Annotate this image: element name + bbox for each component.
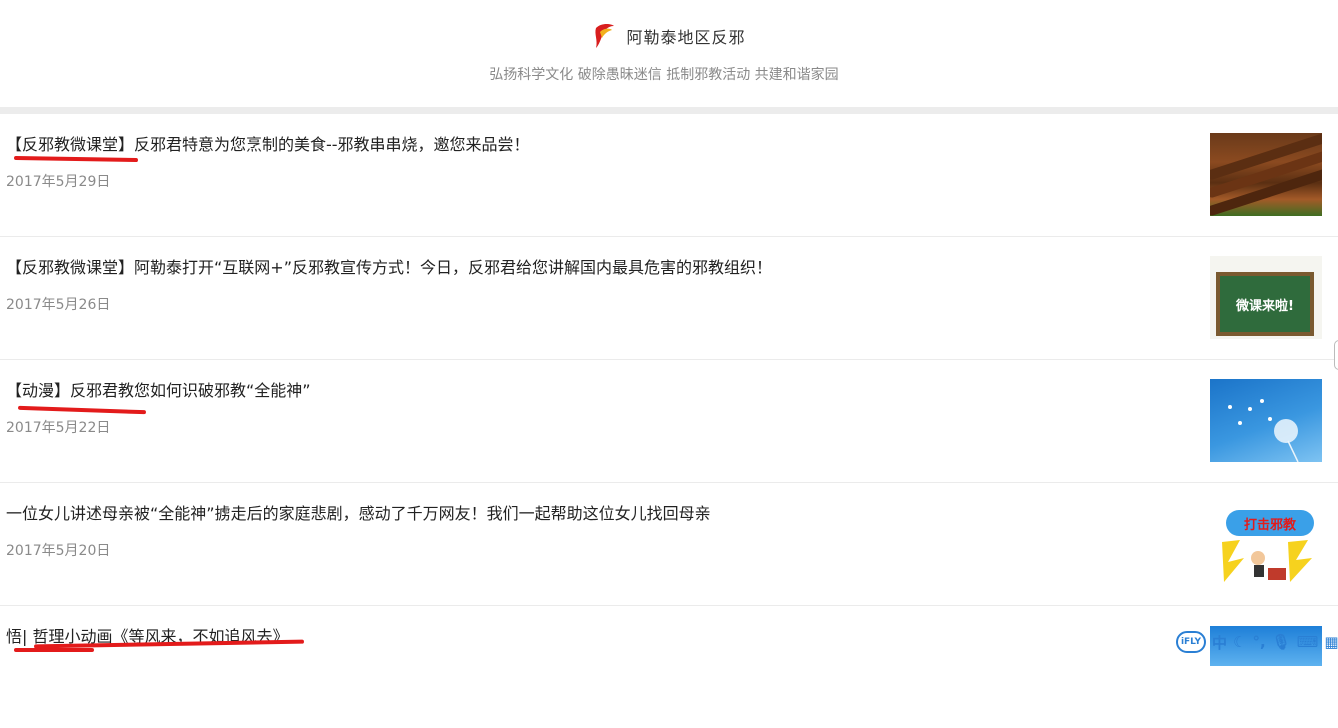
article-date: 2017年5月20日 bbox=[6, 543, 111, 559]
toolbox-icon[interactable]: ▦ bbox=[1324, 633, 1338, 651]
article-list: 【反邪教微课堂】反邪君特意为您烹制的美食--邪教串串烧，邀您来品尝！ 2017年… bbox=[0, 114, 1338, 728]
flag-logo-icon bbox=[592, 22, 616, 50]
side-scroll-handle[interactable] bbox=[1334, 340, 1338, 370]
article-title[interactable]: 【反邪教微课堂】反邪君特意为您烹制的美食--邪教串串烧，邀您来品尝！ bbox=[6, 131, 530, 155]
list-item[interactable]: 【反邪教微课堂】反邪君特意为您烹制的美食--邪教串串烧，邀您来品尝！ 2017年… bbox=[0, 114, 1338, 237]
ifly-logo-icon[interactable]: iFLY bbox=[1176, 631, 1206, 653]
cartoon-thumbnail[interactable]: 打击邪教 bbox=[1210, 502, 1322, 585]
account-brand[interactable]: 阿勒泰地区反邪 bbox=[0, 22, 1338, 50]
chalkboard-text: 微课来啦! bbox=[1216, 272, 1314, 336]
red-underline-mark bbox=[13, 155, 139, 163]
dandelion-thumbnail[interactable] bbox=[1210, 379, 1322, 462]
punctuation-icon[interactable]: °, bbox=[1252, 633, 1265, 651]
article-title[interactable]: 【反邪教微课堂】阿勒泰打开“互联网+”反邪教宣传方式！今日，反邪君给您讲解国内最… bbox=[6, 254, 772, 278]
list-item[interactable]: 悟| 哲理小动画《等风来，不如追风去》 bbox=[0, 606, 1338, 728]
article-date: 2017年5月26日 bbox=[6, 297, 111, 313]
ime-toolbar: iFLY 中 ☾ °, 🎙 ⌨ ▦ ⌄ bbox=[1176, 629, 1338, 655]
article-title[interactable]: 【动漫】反邪君教您如何识破邪教“全能神” bbox=[6, 377, 311, 401]
account-slogan: 弘扬科学文化 破除愚昧迷信 抵制邪教活动 共建和谐家园 bbox=[489, 67, 839, 83]
moon-icon[interactable]: ☾ bbox=[1233, 633, 1246, 651]
article-date: 2017年5月29日 bbox=[6, 174, 111, 190]
list-item[interactable]: 【动漫】反邪君教您如何识破邪教“全能神” 2017年5月22日 bbox=[0, 360, 1338, 652]
keyboard-icon[interactable]: ⌨ bbox=[1297, 633, 1319, 651]
chalkboard-thumbnail[interactable]: 微课来啦! bbox=[1210, 256, 1322, 339]
article-title[interactable]: 一位女儿讲述母亲被“全能神”掳走后的家庭悲剧，感动了千万网友！我们一起帮助这位女… bbox=[6, 500, 711, 524]
ime-language-toggle[interactable]: 中 bbox=[1212, 632, 1227, 653]
microphone-icon[interactable]: 🎙 bbox=[1272, 633, 1291, 651]
header-divider bbox=[0, 107, 1338, 114]
barbecue-thumbnail[interactable] bbox=[1210, 133, 1322, 216]
list-item[interactable]: 一位女儿讲述母亲被“全能神”掳走后的家庭悲剧，感动了千万网友！我们一起帮助这位女… bbox=[0, 483, 1338, 606]
account-header: 阿勒泰地区反邪 弘扬科学文化 破除愚昧迷信 抵制邪教活动 共建和谐家园 bbox=[0, 0, 1338, 107]
list-item[interactable]: 【反邪教微课堂】阿勒泰打开“互联网+”反邪教宣传方式！今日，反邪君给您讲解国内最… bbox=[0, 237, 1338, 415]
article-date: 2017年5月22日 bbox=[6, 420, 111, 436]
account-name: 阿勒泰地区反邪 bbox=[626, 28, 746, 47]
